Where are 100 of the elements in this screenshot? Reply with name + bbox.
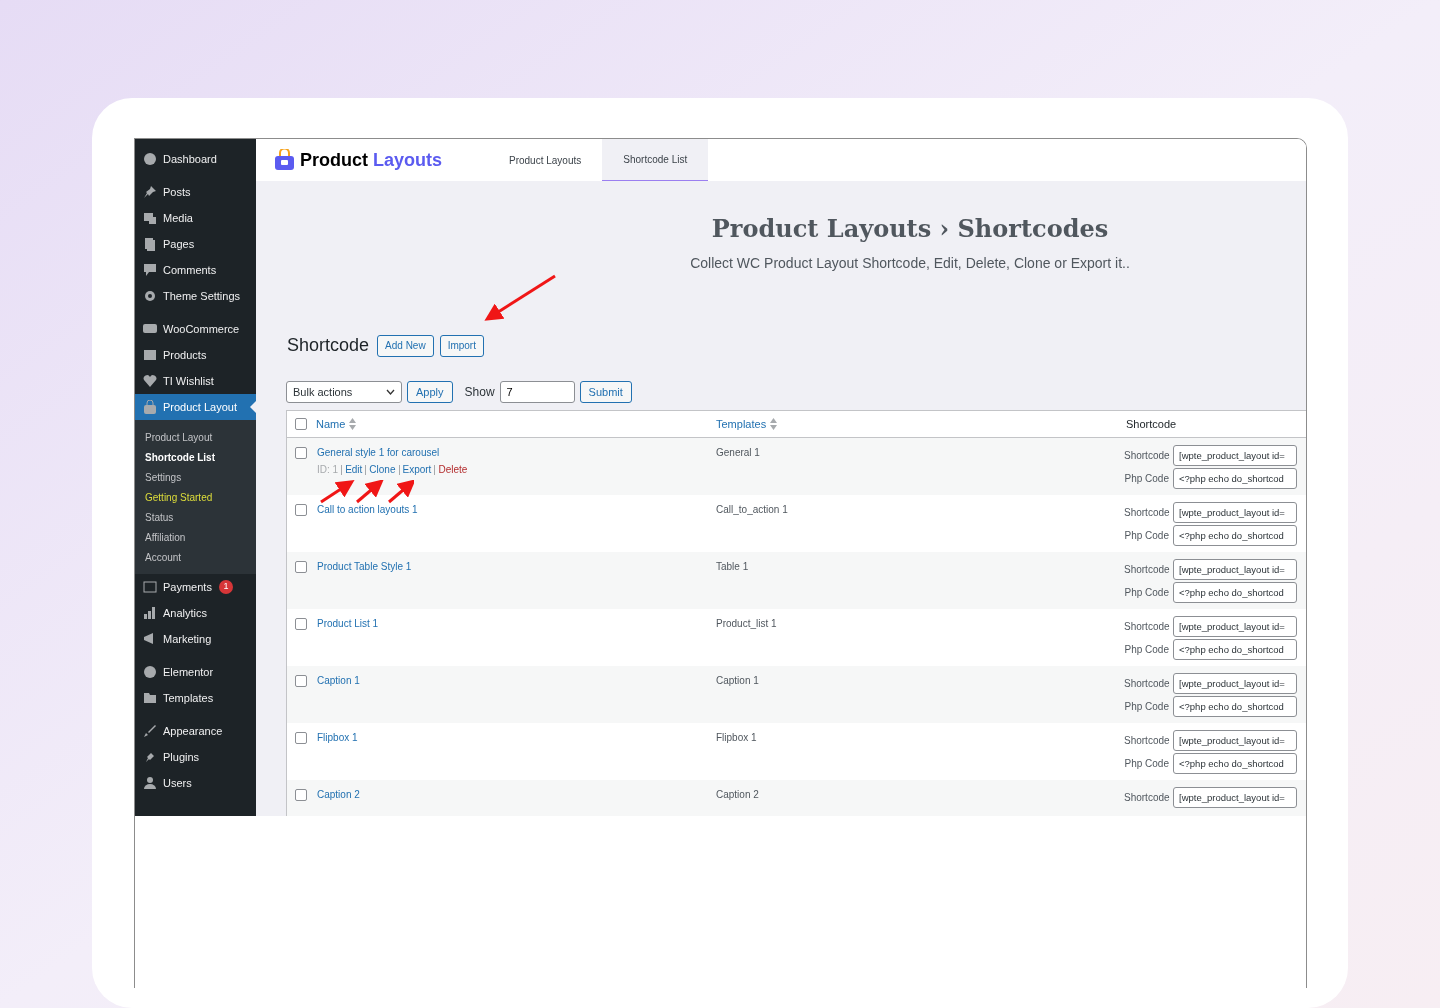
sidebar-menu-item[interactable]: Appearance — [135, 718, 256, 744]
table-cell-text: Caption 2 — [716, 788, 760, 802]
sidebar-menu-item[interactable]: Dashboard — [135, 146, 256, 172]
row-title-link[interactable]: Call to action layouts 1 — [317, 504, 418, 516]
sidebar-menu-item[interactable]: Pages — [135, 231, 256, 257]
code-field[interactable]: <?php echo do_shortcod — [1173, 582, 1297, 603]
row-action-link[interactable]: Clone — [369, 464, 396, 476]
sidebar-menu-item[interactable]: Elementor — [135, 659, 256, 685]
comment-icon — [143, 263, 157, 277]
header-button[interactable]: Add New — [377, 334, 434, 357]
show-count-field[interactable]: 7 — [499, 381, 575, 403]
submenu-link[interactable]: Settings — [135, 467, 256, 487]
submenu-link[interactable]: Status — [135, 507, 256, 527]
sidebar-menu-item[interactable]: Marketing — [135, 626, 256, 652]
brush-icon — [143, 724, 157, 738]
field-label: Php Code — [1124, 472, 1169, 486]
apply-button[interactable]: Apply — [407, 381, 453, 403]
sidebar-menu-item[interactable]: WooCommerce — [135, 316, 256, 342]
media-icon — [143, 211, 157, 225]
caret-icon — [386, 389, 395, 395]
sort-arrows-icon — [770, 418, 778, 430]
heart-icon — [143, 374, 157, 388]
notification-badge: 1 — [218, 580, 233, 594]
sidebar-menu-item[interactable]: Analytics — [135, 600, 256, 626]
table-cell-text: Call_to_action 1 — [716, 503, 789, 517]
folder-icon — [143, 691, 157, 705]
section-title: Shortcode — [287, 334, 370, 357]
header-button[interactable]: Import — [439, 334, 484, 357]
submenu-link[interactable]: Account — [135, 547, 256, 567]
row-title-link[interactable]: Flipbox 1 — [317, 732, 358, 744]
code-field[interactable]: <?php echo do_shortcod — [1173, 753, 1297, 774]
bulk-actions-dropdown[interactable]: Bulk actions — [286, 381, 402, 403]
code-field[interactable]: [wpte_product_layout id= — [1173, 730, 1297, 751]
sidebar-menu-item[interactable]: Comments — [135, 257, 256, 283]
code-field[interactable]: [wpte_product_layout id= — [1173, 502, 1297, 523]
shopping-bag-logo-icon — [274, 149, 295, 171]
code-field[interactable]: <?php echo do_shortcod — [1173, 639, 1297, 660]
submenu-link[interactable]: Affiliation — [135, 527, 256, 547]
show-label: Show — [464, 384, 495, 401]
table-cell-text: Product_list 1 — [716, 617, 778, 631]
code-field[interactable]: [wpte_product_layout id= — [1173, 673, 1297, 694]
field-label: Shortcode — [1124, 506, 1169, 520]
code-field[interactable]: <?php echo do_shortcod — [1173, 525, 1297, 546]
checkbox[interactable] — [295, 732, 307, 744]
submit-button[interactable]: Submit — [579, 381, 632, 403]
row-id-text: ID: 1 — [317, 464, 339, 476]
row-action-link[interactable]: Edit — [345, 464, 363, 476]
delete-link[interactable]: Delete — [438, 464, 468, 476]
checkbox[interactable] — [295, 675, 307, 687]
field-label: Php Code — [1124, 586, 1169, 600]
sidebar-menu-item[interactable]: Theme Settings — [135, 283, 256, 309]
field-label: Php Code — [1124, 700, 1169, 714]
field-label: Shortcode — [1124, 620, 1169, 634]
row-title-link[interactable]: Caption 1 — [317, 675, 360, 687]
field-label: Shortcode — [1124, 563, 1169, 577]
pin-icon — [143, 185, 157, 199]
checkbox[interactable] — [295, 447, 307, 459]
checkbox[interactable] — [295, 618, 307, 630]
sidebar-menu-item[interactable]: Posts — [135, 179, 256, 205]
sidebar-menu-item[interactable]: Product Layout — [135, 394, 256, 420]
submenu-link[interactable]: Getting Started — [135, 487, 256, 507]
field-label: Php Code — [1124, 529, 1169, 543]
column-sort-link[interactable]: Name — [316, 415, 357, 433]
submenu-link[interactable]: Shortcode List — [135, 447, 256, 467]
sidebar-menu-item[interactable]: Plugins — [135, 744, 256, 770]
column-sort-link[interactable]: Templates — [716, 415, 778, 433]
code-field[interactable]: [wpte_product_layout id= — [1173, 787, 1297, 808]
row-title-link[interactable]: Product List 1 — [317, 618, 379, 630]
field-label: Shortcode — [1124, 449, 1169, 463]
code-field[interactable]: [wpte_product_layout id= — [1173, 616, 1297, 637]
field-label: Php Code — [1124, 643, 1169, 657]
bag-icon — [143, 400, 157, 414]
page-heading: Product Layouts › Shortcodes — [711, 213, 1109, 245]
checkbox[interactable] — [295, 418, 307, 430]
sort-arrows-icon — [349, 418, 357, 430]
table-cell-text: Caption 1 — [716, 674, 760, 688]
checkbox[interactable] — [295, 504, 307, 516]
sidebar-menu-item[interactable]: Templates — [135, 685, 256, 711]
checkbox[interactable] — [295, 561, 307, 573]
code-field[interactable]: [wpte_product_layout id= — [1173, 559, 1297, 580]
sidebar-menu-item[interactable]: Products — [135, 342, 256, 368]
row-title-link[interactable]: Product Table Style 1 — [317, 561, 412, 573]
sidebar-menu-item[interactable]: TI Wishlist — [135, 368, 256, 394]
table-cell-text: Flipbox 1 — [716, 731, 758, 745]
code-field[interactable]: [wpte_product_layout id= — [1173, 445, 1297, 466]
column-header: Shortcode — [1126, 416, 1177, 432]
row-action-link[interactable]: Export — [402, 464, 432, 476]
submenu-link[interactable]: Product Layout — [135, 427, 256, 447]
row-title-link[interactable]: Caption 2 — [317, 789, 360, 801]
page-subtitle: Collect WC Product Layout Shortcode, Edit, Delete, Clone or Export it.. — [690, 254, 1130, 273]
code-field[interactable]: <?php echo do_shortcod — [1173, 468, 1297, 489]
sidebar-menu-item[interactable]: Media — [135, 205, 256, 231]
row-title-link[interactable]: General style 1 for carousel — [317, 447, 468, 459]
sidebar-menu-item[interactable]: Payments 1 — [135, 574, 256, 600]
code-field[interactable]: <?php echo do_shortcod — [1173, 696, 1297, 717]
checkbox[interactable] — [295, 789, 307, 801]
tab[interactable]: Shortcode List — [602, 139, 709, 181]
field-label: Php Code — [1124, 757, 1169, 771]
sidebar-menu-item[interactable]: Users — [135, 770, 256, 796]
tab[interactable]: Product Layouts — [488, 139, 603, 181]
